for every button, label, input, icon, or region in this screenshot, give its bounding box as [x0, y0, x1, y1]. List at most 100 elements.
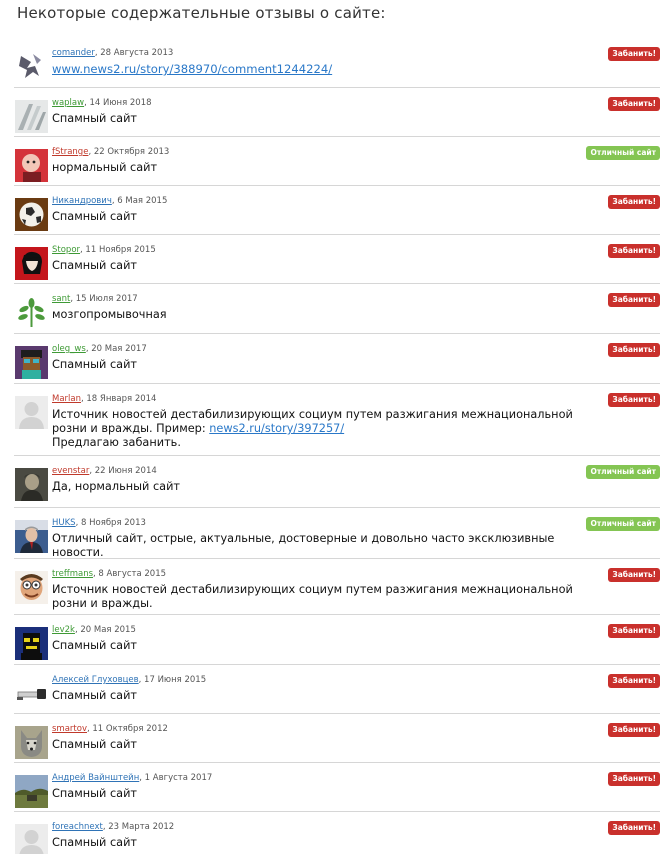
ban-badge[interactable]: Забанить! [608, 568, 660, 582]
review-item: Никандрович, 6 Мая 2015 Спамный сайт Заб… [14, 186, 660, 235]
review-author-link[interactable]: comander [52, 48, 95, 58]
review-meta: Никандрович, 6 Мая 2015 [52, 196, 167, 206]
review-item: Андрей Вайнштейн, 1 Августа 2017 Спамный… [14, 763, 660, 812]
review-author-link[interactable]: fStrange [52, 147, 88, 157]
user-avatar[interactable] [15, 775, 48, 808]
review-item: smartov, 11 Октября 2012 Спамный сайт За… [14, 714, 660, 763]
review-item: waplaw, 14 Июня 2018 Спамный сайт Забани… [14, 88, 660, 137]
user-avatar[interactable] [15, 396, 48, 429]
ban-badge[interactable]: Забанить! [608, 723, 660, 737]
user-avatar[interactable] [15, 677, 48, 710]
review-date: , 22 Июня 2014 [89, 466, 157, 476]
review-date: , 23 Марта 2012 [102, 822, 175, 832]
review-author-link[interactable]: foreachnext [52, 822, 103, 832]
ban-badge[interactable]: Забанить! [608, 195, 660, 209]
review-meta: Stopor, 11 Ноября 2015 [52, 245, 156, 255]
review-date: , 1 Августа 2017 [139, 773, 213, 783]
review-text: Спамный сайт [52, 787, 138, 800]
review-author-link[interactable]: lev2k [52, 625, 75, 635]
review-text: Источник новостей дестабилизирующих соци… [52, 583, 573, 610]
review-item: foreachnext, 23 Марта 2012 Спамный сайт … [14, 812, 660, 854]
review-item: comander, 28 Августа 2013 www.news2.ru/s… [14, 38, 660, 88]
review-meta: sant, 15 Июля 2017 [52, 294, 138, 304]
review-date: , 8 Августа 2015 [93, 569, 167, 579]
review-author-link[interactable]: treffmans [52, 569, 93, 579]
review-meta: waplaw, 14 Июня 2018 [52, 98, 152, 108]
user-avatar[interactable] [15, 520, 48, 553]
review-meta: foreachnext, 23 Марта 2012 [52, 822, 174, 832]
review-text: Спамный сайт [52, 259, 138, 272]
user-avatar[interactable] [15, 824, 48, 854]
review-text: Источник новостей дестабилизирующих соци… [52, 408, 600, 450]
review-link[interactable]: news2.ru/story/397257/ [209, 422, 344, 435]
user-avatar[interactable] [15, 100, 48, 133]
review-meta: Алексей Глуховцев, 17 Июня 2015 [52, 675, 206, 685]
review-date: , 20 Мая 2017 [85, 344, 147, 354]
user-avatar[interactable] [15, 346, 48, 379]
review-meta: evenstar, 22 Июня 2014 [52, 466, 157, 476]
user-avatar[interactable] [15, 468, 48, 501]
review-item: HUKS, 8 Ноября 2013 Отличный сайт, остры… [14, 508, 660, 559]
ban-badge[interactable]: Забанить! [608, 772, 660, 786]
ban-badge[interactable]: Забанить! [608, 293, 660, 307]
review-text: Спамный сайт [52, 210, 138, 223]
ok-badge[interactable]: Отличный сайт [586, 517, 660, 531]
review-date: , 11 Октября 2012 [86, 724, 168, 734]
review-item: oleg_ws, 20 Мая 2017 Спамный сайт Забани… [14, 334, 660, 384]
ban-badge[interactable]: Забанить! [608, 821, 660, 835]
ban-badge[interactable]: Забанить! [608, 97, 660, 111]
review-meta: HUKS, 8 Ноября 2013 [52, 518, 146, 528]
user-avatar[interactable] [15, 726, 48, 759]
user-avatar[interactable] [15, 296, 48, 329]
review-author-link[interactable]: smartov [52, 724, 87, 734]
review-text-part: Предлагаю забанить. [52, 436, 181, 449]
review-text: Спамный сайт [52, 738, 138, 751]
review-author-link[interactable]: Marlan [52, 394, 81, 404]
review-meta: treffmans, 8 Августа 2015 [52, 569, 166, 579]
review-author-link[interactable]: HUKS [52, 518, 76, 528]
review-text: Спамный сайт [52, 639, 138, 652]
review-item: Marlan, 18 Января 2014 Источник новостей… [14, 384, 660, 456]
review-author-link[interactable]: Никандрович [52, 196, 112, 206]
user-avatar[interactable] [15, 50, 48, 83]
review-date: , 14 Июня 2018 [84, 98, 152, 108]
user-avatar[interactable] [15, 571, 48, 604]
ok-badge[interactable]: Отличный сайт [586, 465, 660, 479]
user-avatar[interactable] [15, 149, 48, 182]
review-link[interactable]: www.news2.ru/story/388970/comment1244224… [52, 62, 332, 76]
ban-badge[interactable]: Забанить! [608, 624, 660, 638]
review-meta: Marlan, 18 Января 2014 [52, 394, 156, 404]
ban-badge[interactable]: Забанить! [608, 244, 660, 258]
review-meta: comander, 28 Августа 2013 [52, 48, 173, 58]
ban-badge[interactable]: Забанить! [608, 47, 660, 61]
review-date: , 8 Ноября 2013 [75, 518, 146, 528]
review-date: , 22 Октября 2013 [88, 147, 170, 157]
review-text: нормальный сайт [52, 161, 158, 174]
review-date: , 11 Ноября 2015 [80, 245, 156, 255]
review-meta: lev2k, 20 Мая 2015 [52, 625, 136, 635]
review-text: www.news2.ru/story/388970/comment1244224… [52, 62, 600, 77]
review-text: Спамный сайт [52, 358, 138, 371]
review-date: , 17 Июня 2015 [138, 675, 207, 685]
review-text: мозгопромывочная [52, 308, 167, 321]
review-author-link[interactable]: Андрей Вайнштейн [52, 773, 139, 783]
review-author-link[interactable]: sant [52, 294, 70, 304]
review-author-link[interactable]: waplaw [52, 98, 84, 108]
ban-badge[interactable]: Забанить! [608, 343, 660, 357]
review-author-link[interactable]: Алексей Глуховцев [52, 675, 139, 685]
review-author-link[interactable]: oleg_ws [52, 344, 86, 354]
review-meta: fStrange, 22 Октября 2013 [52, 147, 169, 157]
user-avatar[interactable] [15, 627, 48, 660]
review-item: lev2k, 20 Мая 2015 Спамный сайт Забанить… [14, 615, 660, 665]
user-avatar[interactable] [15, 198, 48, 231]
review-text: Спамный сайт [52, 689, 138, 702]
ok-badge[interactable]: Отличный сайт [586, 146, 660, 160]
user-avatar[interactable] [15, 247, 48, 280]
review-author-link[interactable]: Stopor [52, 245, 80, 255]
ban-badge[interactable]: Забанить! [608, 674, 660, 688]
review-date: , 6 Мая 2015 [111, 196, 168, 206]
review-author-link[interactable]: evenstar [52, 466, 89, 476]
review-item: evenstar, 22 Июня 2014 Да, нормальный са… [14, 456, 660, 508]
ban-badge[interactable]: Забанить! [608, 393, 660, 407]
review-date: , 20 Мая 2015 [74, 625, 136, 635]
